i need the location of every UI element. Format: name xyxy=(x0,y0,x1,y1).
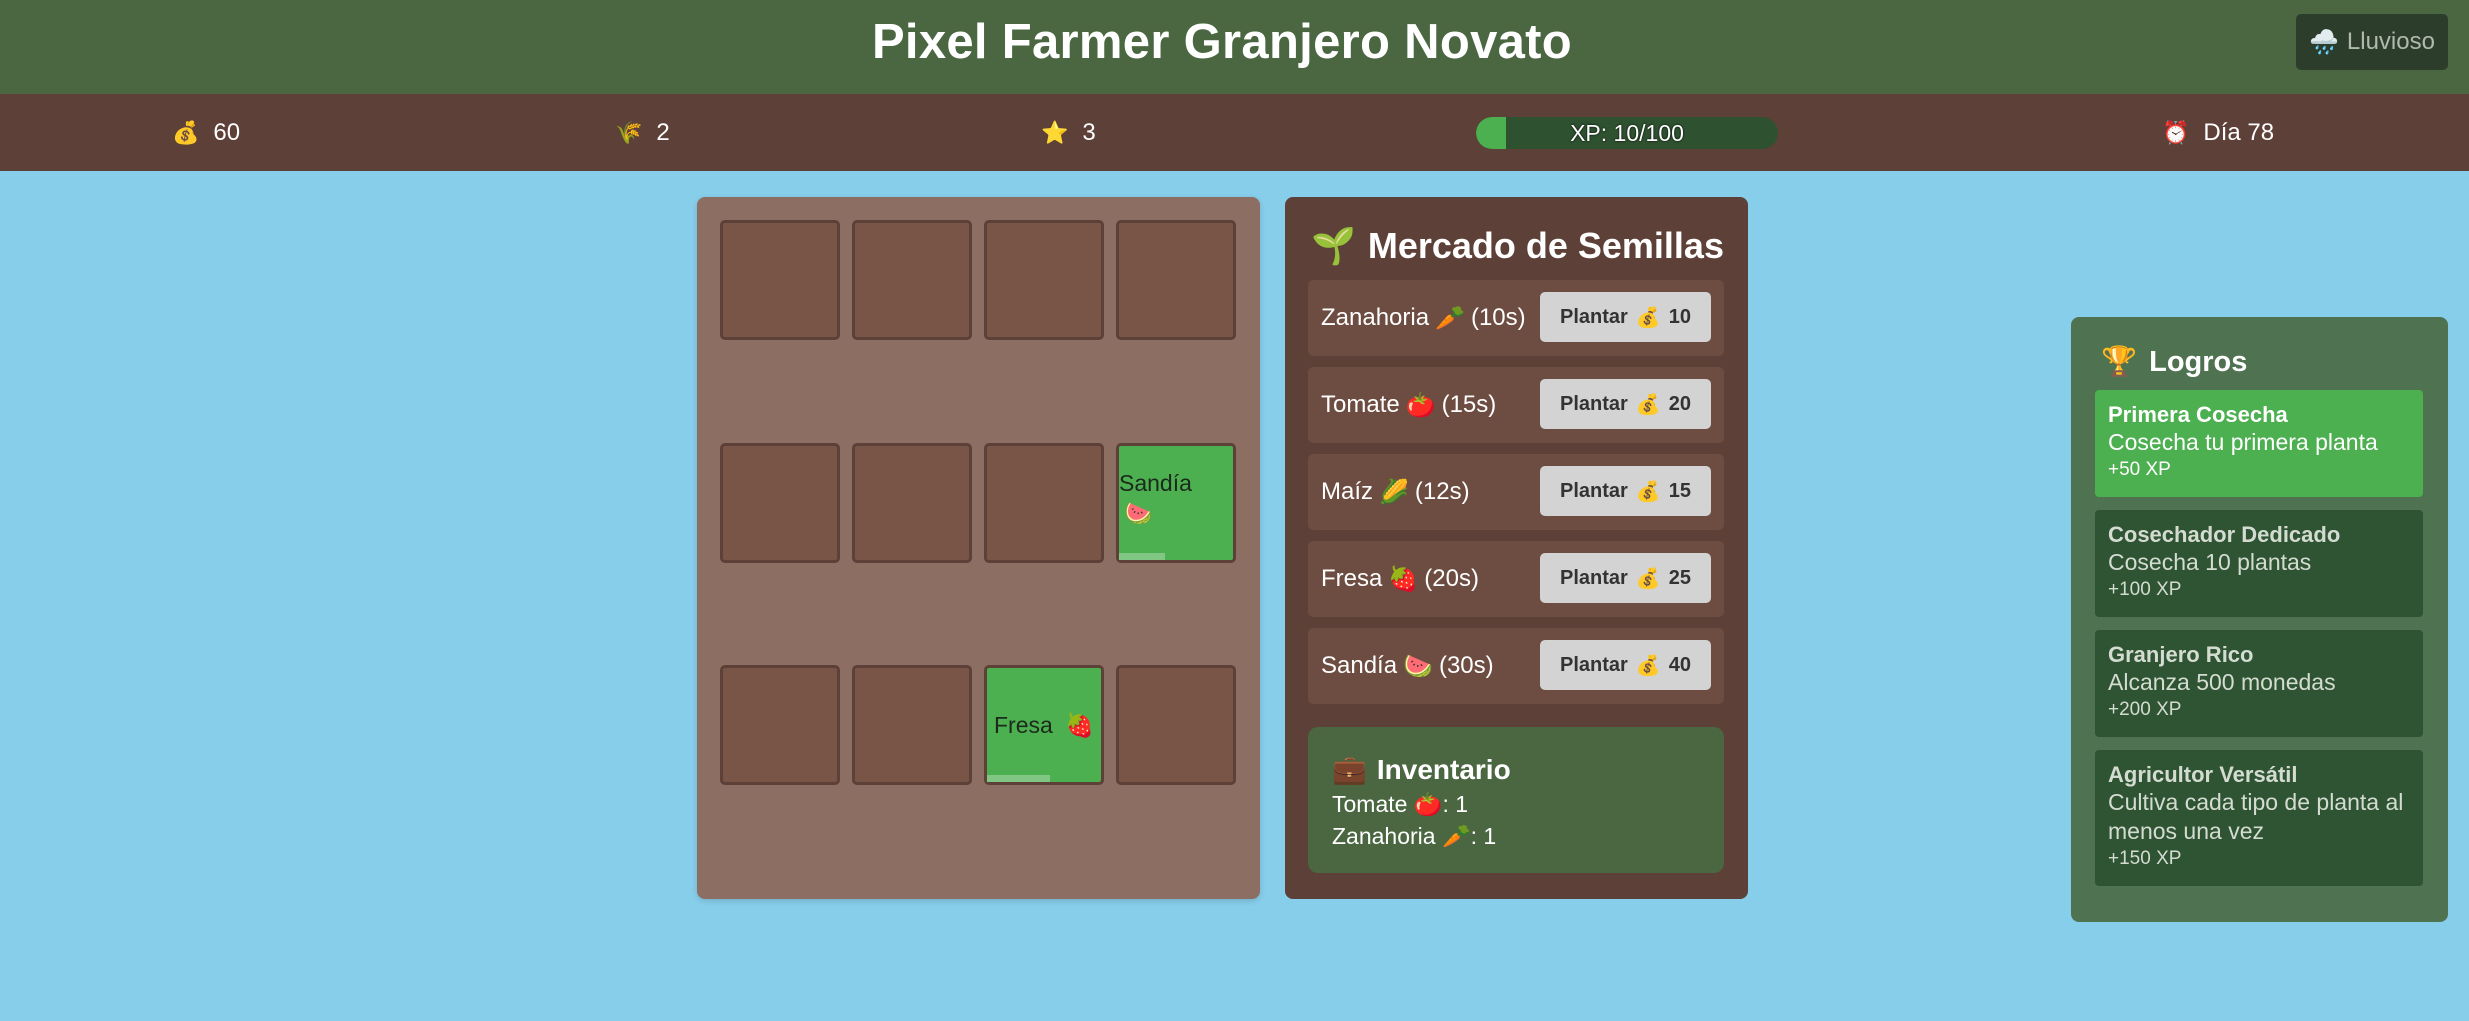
day-value: Día 78 xyxy=(2203,118,2275,146)
farm-grid: Sandía 🍉 Fresa 🍓 xyxy=(697,197,1260,899)
seed-item-sandia: Sandía 🍉 (30s) Plantar 💰 40 xyxy=(1308,628,1724,704)
farm-plot-sandia[interactable]: Sandía 🍉 xyxy=(1116,443,1236,563)
farm-plot[interactable] xyxy=(852,443,972,563)
market-title: 🌱 Mercado de Semillas xyxy=(1311,225,1724,266)
watermelon-icon: 🍉 xyxy=(1124,500,1153,526)
farm-plot[interactable] xyxy=(984,220,1104,340)
inventory-panel: 💼 Inventario Tomate 🍅: 1 Zanahoria 🥕: 1 xyxy=(1308,727,1724,873)
header: Pixel Farmer Granjero Novato 🌧️ Lluvioso xyxy=(0,0,2469,94)
achievement-card-unlocked: Primera Cosecha Cosecha tu primera plant… xyxy=(2095,390,2423,497)
plant-fresa-button[interactable]: Plantar 💰 25 xyxy=(1540,553,1711,603)
tomato-icon: 🍅 xyxy=(1405,391,1436,419)
carrot-icon: 🥕 xyxy=(1435,304,1465,332)
farm-plot[interactable] xyxy=(720,665,840,785)
crop-label: Fresa xyxy=(994,712,1053,738)
achievement-card: Cosechador Dedicado Cosecha 10 plantas +… xyxy=(2095,510,2423,617)
harvest-value: 2 xyxy=(656,118,670,146)
seedling-icon: 🌱 xyxy=(1311,225,1356,266)
strawberry-icon: 🍓 xyxy=(1065,712,1094,738)
wheat-icon: 🌾 xyxy=(615,119,643,145)
coins-value: 60 xyxy=(213,118,241,146)
growth-progress-bar xyxy=(987,775,1050,782)
plant-sandia-button[interactable]: Plantar 💰 40 xyxy=(1540,640,1711,690)
harvest-stat: 🌾 2 xyxy=(615,94,670,171)
star-icon: ⭐ xyxy=(1041,119,1069,145)
farm-plot[interactable] xyxy=(720,220,840,340)
achievement-card: Granjero Rico Alcanza 500 monedas +200 X… xyxy=(2095,630,2423,737)
farm-plot[interactable] xyxy=(1116,665,1236,785)
briefcase-icon: 💼 xyxy=(1332,754,1367,785)
tomato-icon: 🍅 xyxy=(1413,791,1443,817)
plant-maiz-button[interactable]: Plantar 💰 15 xyxy=(1540,466,1711,516)
seed-item-zanahoria: Zanahoria 🥕 (10s) Plantar 💰 10 xyxy=(1308,280,1724,356)
farm-plot[interactable] xyxy=(984,443,1104,563)
crop-label: Sandía xyxy=(1119,470,1192,496)
plant-zanahoria-button[interactable]: Plantar 💰 10 xyxy=(1540,292,1711,342)
achievement-card: Agricultor Versátil Cultiva cada tipo de… xyxy=(2095,750,2423,886)
achievements-panel: 🏆 Logros Primera Cosecha Cosecha tu prim… xyxy=(2071,317,2448,922)
farm-plot[interactable] xyxy=(720,443,840,563)
coins-stat: 💰 60 xyxy=(172,94,240,171)
day-stat: ⏰ Día 78 xyxy=(2162,94,2274,171)
seed-item-fresa: Fresa 🍓 (20s) Plantar 💰 25 xyxy=(1308,541,1724,617)
plant-tomate-button[interactable]: Plantar 💰 20 xyxy=(1540,379,1711,429)
inventory-title: 💼 Inventario xyxy=(1332,753,1511,786)
growth-progress-bar xyxy=(1119,553,1165,560)
seed-item-maiz: Maíz 🌽 (12s) Plantar 💰 15 xyxy=(1308,454,1724,530)
carrot-icon: 🥕 xyxy=(1441,823,1471,849)
coin-icon: 💰 xyxy=(1635,654,1661,677)
coin-icon: 💰 xyxy=(1635,393,1661,416)
money-bag-icon: 💰 xyxy=(172,119,200,145)
watermelon-icon: 🍉 xyxy=(1403,652,1433,680)
seed-item-tomate: Tomate 🍅 (15s) Plantar 💰 20 xyxy=(1308,367,1724,443)
alarm-clock-icon: ⏰ xyxy=(2162,119,2190,145)
rain-cloud-icon: 🌧️ xyxy=(2309,28,2339,56)
farm-plot-fresa[interactable]: Fresa 🍓 xyxy=(984,665,1104,785)
inventory-item: Zanahoria 🥕: 1 xyxy=(1332,823,1497,849)
inventory-item: Tomate 🍅: 1 xyxy=(1332,791,1469,817)
weather-button[interactable]: 🌧️ Lluvioso xyxy=(2296,14,2448,70)
coin-icon: 💰 xyxy=(1635,480,1661,503)
trophy-icon: 🏆 xyxy=(2101,346,2138,378)
achievements-title: 🏆 Logros xyxy=(2101,345,2248,379)
corn-icon: 🌽 xyxy=(1379,478,1409,506)
coin-icon: 💰 xyxy=(1635,306,1661,329)
strawberry-icon: 🍓 xyxy=(1388,565,1419,593)
farm-plot[interactable] xyxy=(852,220,972,340)
seed-market-panel: 🌱 Mercado de Semillas Zanahoria 🥕 (10s) … xyxy=(1285,197,1748,899)
xp-text: XP: 10/100 xyxy=(1570,119,1684,146)
farm-plot[interactable] xyxy=(1116,220,1236,340)
xp-progress-bar: XP: 10/100 xyxy=(1476,117,1778,149)
stats-bar: 💰 60 🌾 2 ⭐ 3 XP: 10/100 ⏰ Día 78 xyxy=(0,94,2469,171)
level-stat: ⭐ 3 xyxy=(1041,94,1096,171)
weather-label: Lluvioso xyxy=(2346,28,2435,55)
page-title: Pixel Farmer Granjero Novato xyxy=(871,15,1573,69)
farm-plot[interactable] xyxy=(852,665,972,785)
coin-icon: 💰 xyxy=(1635,567,1661,590)
level-value: 3 xyxy=(1082,118,1096,146)
